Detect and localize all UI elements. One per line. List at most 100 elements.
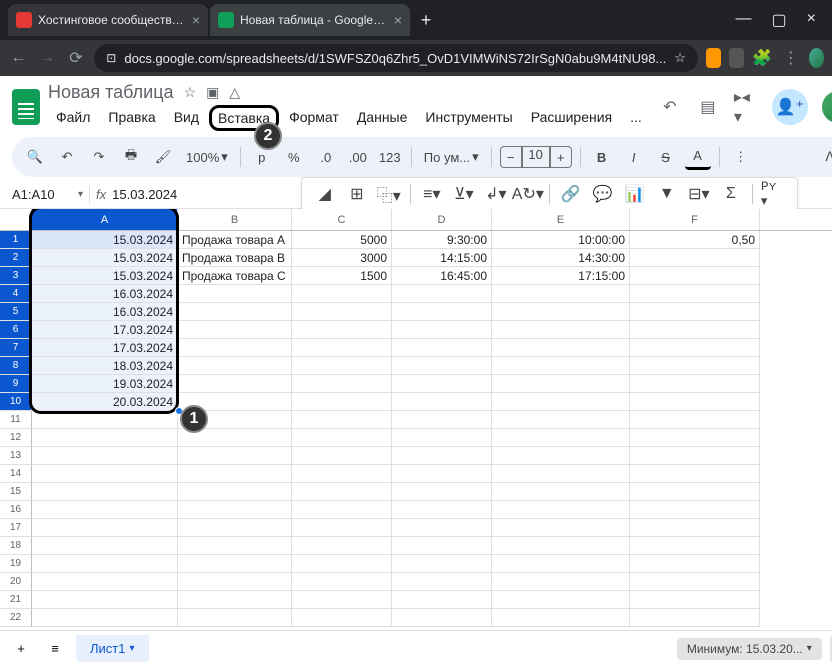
cell[interactable]	[392, 483, 492, 501]
cell[interactable]	[492, 411, 630, 429]
cell[interactable]	[292, 519, 392, 537]
cell[interactable]	[32, 609, 178, 627]
extension-icon[interactable]	[706, 48, 721, 68]
bold-icon[interactable]: B	[589, 144, 615, 170]
row-header[interactable]: 12	[0, 429, 32, 447]
cell[interactable]	[178, 483, 292, 501]
decrease-decimal-icon[interactable]: .0	[313, 144, 339, 170]
cell[interactable]: 19.03.2024	[32, 375, 178, 393]
cell[interactable]	[32, 411, 178, 429]
cell[interactable]	[630, 411, 760, 429]
cell[interactable]	[178, 285, 292, 303]
cell[interactable]	[630, 555, 760, 573]
url-input[interactable]: ⊡ docs.google.com/spreadsheets/d/1SWFSZ0…	[94, 44, 698, 72]
cell[interactable]	[630, 249, 760, 267]
cell[interactable]	[630, 519, 760, 537]
cell[interactable]	[630, 393, 760, 411]
horizontal-align-icon[interactable]: ≡▾	[419, 181, 445, 207]
site-info-icon[interactable]: ⊡	[106, 51, 116, 65]
cell[interactable]	[492, 501, 630, 519]
cell[interactable]: 1500	[292, 267, 392, 285]
cell[interactable]	[392, 375, 492, 393]
cell[interactable]: 5000	[292, 231, 392, 249]
extension-icon[interactable]	[729, 48, 744, 68]
formula-input[interactable]: 15.03.2024	[112, 187, 177, 202]
cell[interactable]	[178, 375, 292, 393]
cell[interactable]	[392, 501, 492, 519]
cell[interactable]	[492, 519, 630, 537]
cell[interactable]	[492, 573, 630, 591]
cell[interactable]: 15.03.2024	[32, 267, 178, 285]
print-icon[interactable]: 🖶	[118, 144, 144, 170]
cell[interactable]	[292, 357, 392, 375]
row-header[interactable]: 5	[0, 303, 32, 321]
cell[interactable]	[392, 303, 492, 321]
cell[interactable]	[178, 321, 292, 339]
cell[interactable]	[178, 573, 292, 591]
cell[interactable]	[630, 447, 760, 465]
percent-icon[interactable]: %	[281, 144, 307, 170]
cell[interactable]	[630, 267, 760, 285]
cell[interactable]	[32, 447, 178, 465]
strikethrough-icon[interactable]: S	[653, 144, 679, 170]
vertical-align-icon[interactable]: ⊻▾	[451, 181, 477, 207]
cell[interactable]	[492, 303, 630, 321]
cell[interactable]	[392, 285, 492, 303]
cell[interactable]	[178, 447, 292, 465]
namebox-dropdown-icon[interactable]: ▾	[78, 189, 83, 200]
cell[interactable]	[292, 303, 392, 321]
cell[interactable]	[32, 501, 178, 519]
sheets-logo-icon[interactable]	[12, 89, 40, 125]
row-header[interactable]: 2	[0, 249, 32, 267]
cell[interactable]	[630, 573, 760, 591]
star-icon[interactable]: ☆	[184, 84, 197, 101]
menu-формат[interactable]: Формат	[281, 105, 347, 131]
filter-views-icon[interactable]: ⊟▾	[686, 181, 712, 207]
menu-вид[interactable]: Вид	[166, 105, 207, 131]
cell[interactable]	[492, 537, 630, 555]
cell[interactable]	[630, 591, 760, 609]
menu-данные[interactable]: Данные	[349, 105, 416, 131]
cell[interactable]	[492, 285, 630, 303]
cell[interactable]: 17:15:00	[492, 267, 630, 285]
row-header[interactable]: 16	[0, 501, 32, 519]
sheet-tab[interactable]: Лист1 ▾	[76, 635, 149, 662]
row-header[interactable]: 18	[0, 537, 32, 555]
cell[interactable]	[178, 357, 292, 375]
sheet-tab-menu-icon[interactable]: ▾	[129, 643, 134, 654]
cell[interactable]: Продажа товара C	[178, 267, 292, 285]
cell[interactable]	[292, 375, 392, 393]
cell[interactable]	[32, 465, 178, 483]
cell[interactable]	[32, 519, 178, 537]
menu-...[interactable]: ...	[622, 105, 650, 131]
insert-chart-icon[interactable]: 📊	[622, 181, 648, 207]
cell[interactable]	[292, 465, 392, 483]
text-rotation-icon[interactable]: A↻▾	[515, 181, 541, 207]
row-header[interactable]: 6	[0, 321, 32, 339]
search-menus-icon[interactable]: 🔍	[22, 144, 48, 170]
cell[interactable]	[630, 465, 760, 483]
row-header[interactable]: 3	[0, 267, 32, 285]
reload-icon[interactable]: ⟳	[66, 48, 87, 68]
cell[interactable]	[292, 393, 392, 411]
cell[interactable]	[492, 555, 630, 573]
collapse-toolbar-icon[interactable]: ᐱ	[816, 143, 832, 171]
cell[interactable]	[392, 555, 492, 573]
cell[interactable]: 17.03.2024	[32, 339, 178, 357]
cell[interactable]	[392, 609, 492, 627]
cell[interactable]	[32, 591, 178, 609]
increase-font-button[interactable]: +	[550, 146, 572, 168]
redo-icon[interactable]: ↷	[86, 144, 112, 170]
more-toolbar-icon[interactable]: ⋮	[728, 144, 754, 170]
cell[interactable]	[178, 519, 292, 537]
paint-format-icon[interactable]: 🖌	[150, 144, 176, 170]
row-header[interactable]: 13	[0, 447, 32, 465]
cell[interactable]	[492, 429, 630, 447]
close-icon[interactable]: ×	[192, 12, 200, 28]
cell[interactable]: 16:45:00	[392, 267, 492, 285]
cell[interactable]	[292, 411, 392, 429]
cell[interactable]: Продажа товара А	[178, 231, 292, 249]
cell[interactable]	[392, 537, 492, 555]
column-header[interactable]: D	[392, 209, 492, 230]
cell[interactable]	[178, 339, 292, 357]
